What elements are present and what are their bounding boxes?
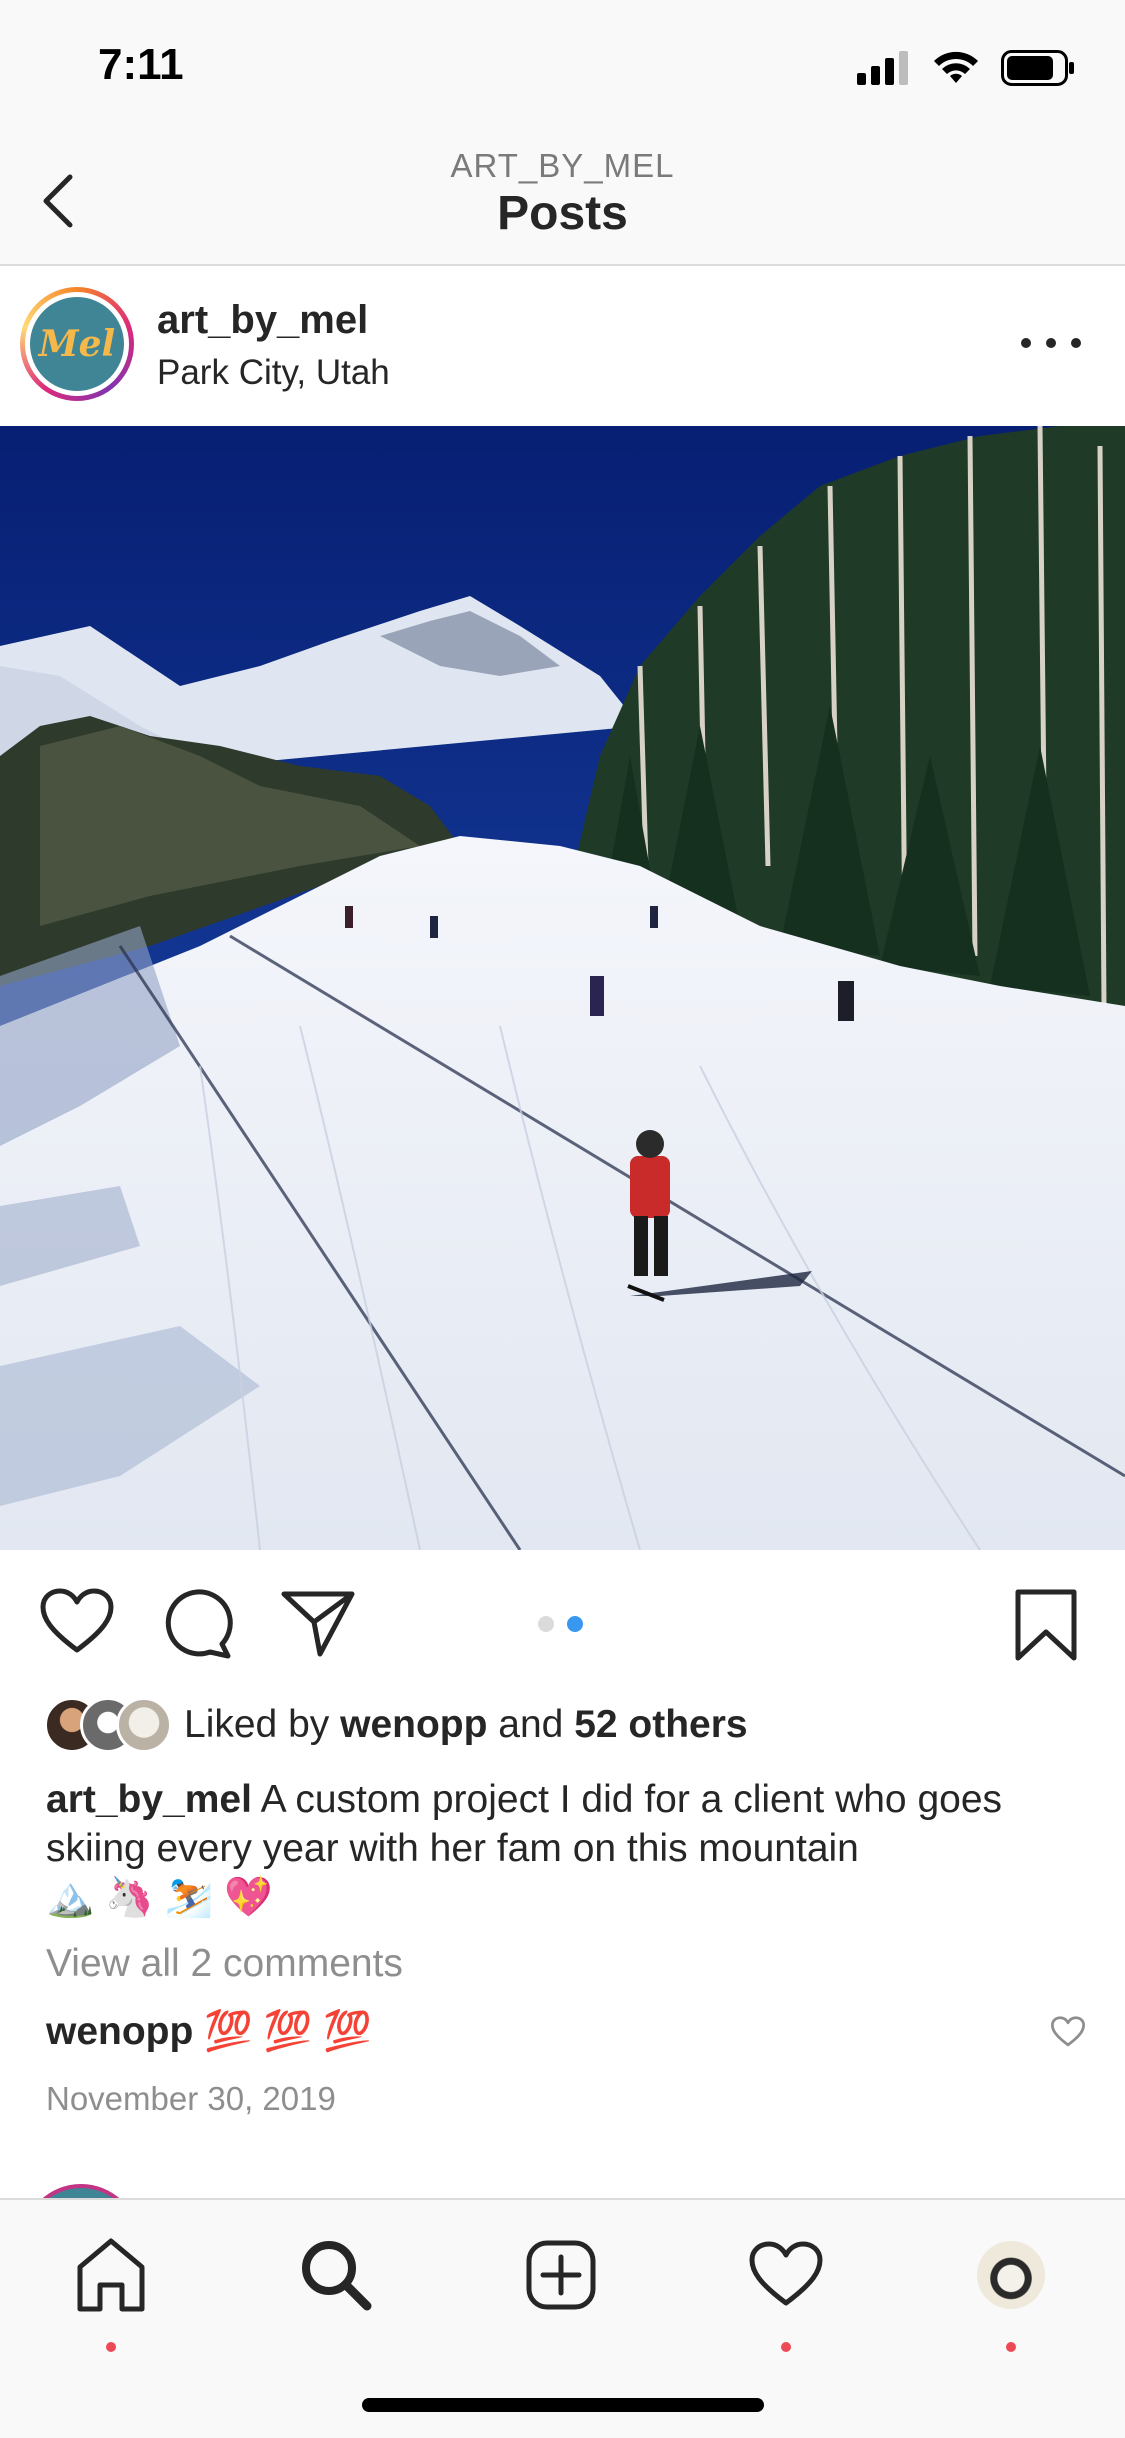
likes-row[interactable]: Liked by wenopp and 52 others xyxy=(44,1697,748,1753)
status-bar: 7:11 xyxy=(0,0,1125,135)
likes-middle: and xyxy=(487,1703,575,1746)
more-options-icon[interactable] xyxy=(1021,318,1081,368)
nav-bar: ART_BY_MEL Posts xyxy=(0,135,1125,266)
caption-username[interactable]: art_by_mel xyxy=(46,1778,252,1821)
search-icon xyxy=(302,2241,372,2311)
likes-text: Liked by wenopp and 52 others xyxy=(184,1703,748,1747)
post-caption: art_by_mel A custom project I did for a … xyxy=(46,1775,1086,1922)
notification-dot xyxy=(781,2342,791,2352)
tab-new-post[interactable] xyxy=(516,2230,606,2320)
status-icons xyxy=(857,50,1075,86)
tab-activity[interactable] xyxy=(741,2230,831,2352)
profile-avatar xyxy=(977,2241,1045,2309)
comment-icon xyxy=(165,1589,233,1659)
page-title: Posts xyxy=(497,187,628,240)
view-all-comments-link[interactable]: View all 2 comments xyxy=(46,1942,403,1986)
post-location[interactable]: Park City, Utah xyxy=(157,353,390,393)
likes-others[interactable]: 52 others xyxy=(574,1703,747,1746)
notification-dot xyxy=(1006,2342,1016,2352)
save-button[interactable] xyxy=(1014,1588,1078,1667)
battery-icon xyxy=(1001,50,1074,86)
carousel-indicator xyxy=(538,1616,583,1632)
nav-subtitle: ART_BY_MEL xyxy=(450,147,675,184)
like-button[interactable] xyxy=(40,1588,114,1661)
bookmark-icon xyxy=(1015,1589,1077,1661)
comment-button[interactable] xyxy=(162,1588,234,1665)
ski-slope-image xyxy=(0,426,1125,1550)
home-icon xyxy=(77,2238,145,2312)
likes-prefix: Liked by xyxy=(184,1703,341,1746)
add-icon xyxy=(526,2240,596,2310)
tab-home[interactable] xyxy=(66,2230,156,2352)
notification-dot xyxy=(106,2342,116,2352)
liker-avatar xyxy=(116,1697,172,1753)
avatar[interactable]: Mel xyxy=(20,287,134,401)
heart-icon xyxy=(40,1588,114,1653)
post-header: Mel art_by_mel Park City, Utah xyxy=(0,266,1125,426)
tab-bar xyxy=(0,2198,1125,2438)
status-time: 7:11 xyxy=(98,40,184,89)
comment-username[interactable]: wenopp xyxy=(46,2010,193,2053)
heart-icon xyxy=(1051,2016,1085,2047)
avatar-image: Mel xyxy=(30,297,124,391)
caption-emojis: 🏔️ 🦄 ⛷️ 💖 xyxy=(46,1876,273,1919)
share-button[interactable] xyxy=(280,1588,356,1663)
tab-search[interactable] xyxy=(291,2230,381,2320)
share-icon xyxy=(281,1591,355,1657)
post-date: November 30, 2019 xyxy=(46,2080,336,2117)
wifi-icon xyxy=(934,51,978,83)
post-username[interactable]: art_by_mel xyxy=(157,298,368,343)
signal-icon xyxy=(857,51,908,85)
comment-like-button[interactable] xyxy=(1051,2016,1085,2053)
comment-text: 💯 💯 💯 xyxy=(204,2010,372,2053)
tab-profile[interactable] xyxy=(966,2230,1056,2352)
carousel-dot-2 xyxy=(567,1616,583,1632)
post-photo[interactable] xyxy=(0,426,1125,1550)
liker-username[interactable]: wenopp xyxy=(340,1703,487,1746)
carousel-dot-1 xyxy=(538,1616,554,1632)
comment-row: wenopp 💯 💯 💯 xyxy=(46,2008,372,2054)
avatar-logo-text: Mel xyxy=(38,323,116,365)
home-indicator[interactable] xyxy=(362,2398,764,2412)
post-actions xyxy=(0,1580,1125,1670)
activity-heart-icon xyxy=(749,2241,823,2306)
